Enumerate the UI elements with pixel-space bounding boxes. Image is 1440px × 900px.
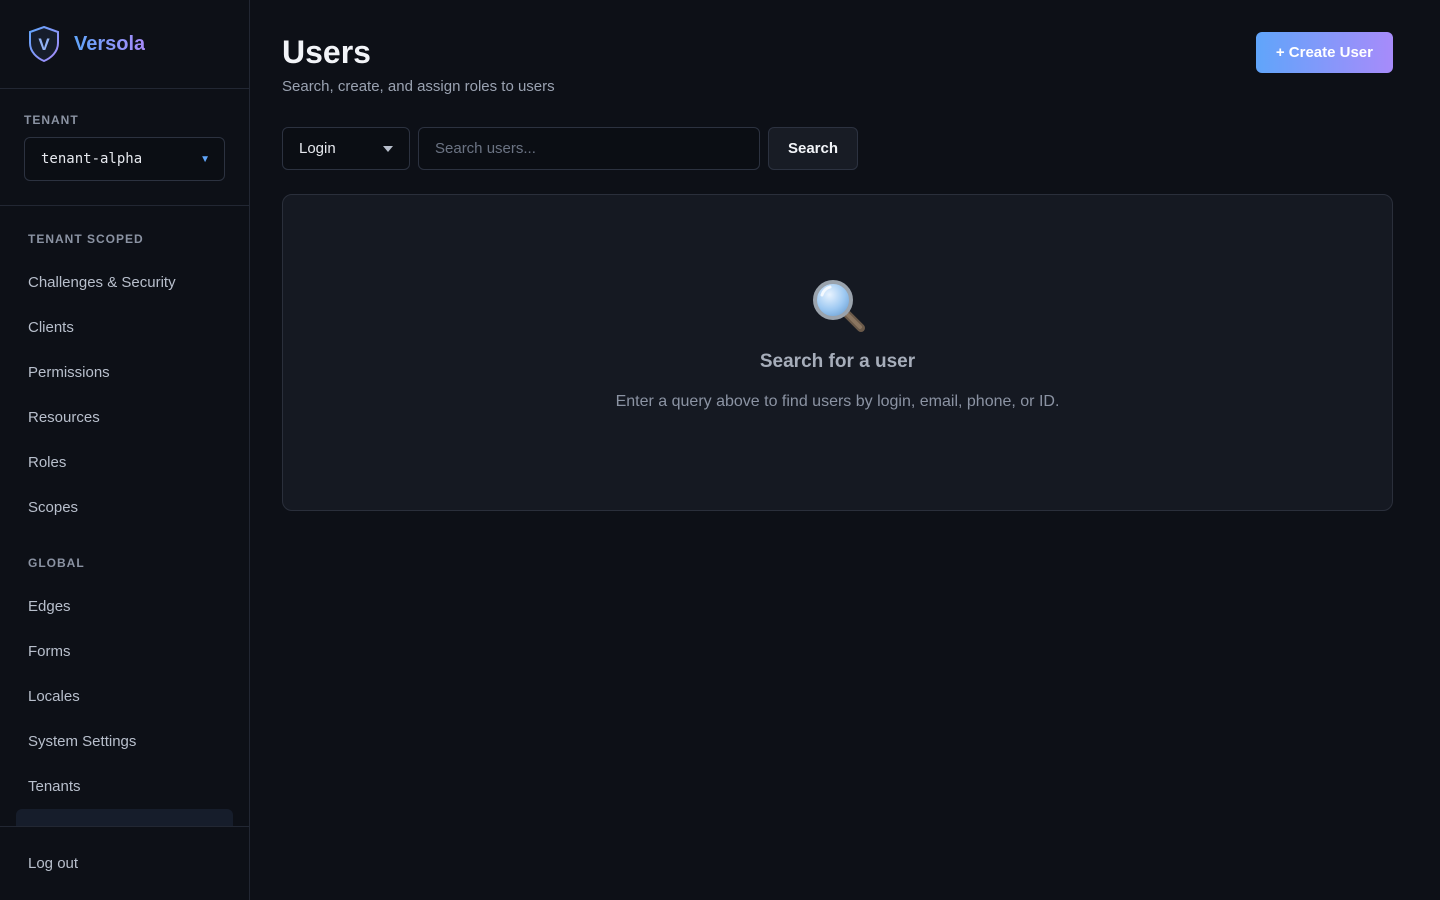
create-user-button[interactable]: + Create User xyxy=(1255,32,1393,73)
empty-state-text: Enter a query above to find users by log… xyxy=(615,393,1060,410)
nav-section-global: GLOBAL xyxy=(28,556,85,570)
app-shell: V Versola TENANT tenant-alpha ▼ TENANT S… xyxy=(0,0,1440,900)
search-bar: Login Search xyxy=(282,127,1393,170)
brand-name: Versola xyxy=(74,32,146,55)
sidebar-item-roles[interactable]: Roles xyxy=(0,440,233,485)
sidebar-item-resources[interactable]: Resources xyxy=(0,395,233,440)
search-field-value: Login xyxy=(299,140,336,157)
main-content: Users Search, create, and assign roles t… xyxy=(250,0,1440,900)
page-header: Users Search, create, and assign roles t… xyxy=(282,32,1393,95)
page-subtitle: Search, create, and assign roles to user… xyxy=(282,78,555,95)
tenant-select-value: tenant-alpha xyxy=(41,151,143,167)
sidebar-item-scopes[interactable]: Scopes xyxy=(0,485,233,530)
search-input[interactable] xyxy=(418,127,760,170)
tenant-label: TENANT xyxy=(24,113,79,127)
tenant-block: TENANT tenant-alpha ▼ xyxy=(0,89,249,206)
logo-letter: V xyxy=(38,35,50,54)
sidebar-item-permissions[interactable]: Permissions xyxy=(0,350,233,395)
sidebar-item-clients[interactable]: Clients xyxy=(0,305,233,350)
logout-link[interactable]: Log out xyxy=(28,855,78,872)
search-field-select[interactable]: Login xyxy=(282,127,410,170)
page-title: Users xyxy=(282,34,371,70)
empty-state-card: Search for a user Enter a query above to… xyxy=(282,194,1393,511)
sidebar-item-users[interactable]: Users xyxy=(16,809,233,826)
sidebar-nav: TENANT SCOPED Challenges & Security Clie… xyxy=(0,206,249,826)
nav-section-tenant-scoped: TENANT SCOPED xyxy=(28,232,144,246)
sidebar: V Versola TENANT tenant-alpha ▼ TENANT S… xyxy=(0,0,250,900)
brand[interactable]: V Versola xyxy=(0,0,249,89)
sidebar-item-forms[interactable]: Forms xyxy=(0,629,233,674)
magnifying-glass-icon xyxy=(812,280,865,332)
sidebar-item-system-settings[interactable]: System Settings xyxy=(0,719,233,764)
sidebar-item-locales[interactable]: Locales xyxy=(0,674,233,719)
sidebar-item-tenants[interactable]: Tenants xyxy=(0,764,233,809)
caret-down-icon xyxy=(383,145,393,152)
chevron-down-icon: ▼ xyxy=(200,153,210,165)
shield-logo-icon: V xyxy=(29,26,59,62)
page-heading: Users Search, create, and assign roles t… xyxy=(282,32,555,95)
sidebar-item-edges[interactable]: Edges xyxy=(0,584,233,629)
tenant-select[interactable]: tenant-alpha ▼ xyxy=(24,137,225,181)
empty-state-title: Search for a user xyxy=(759,351,916,372)
search-button[interactable]: Search xyxy=(768,127,858,170)
sidebar-footer: Log out xyxy=(0,826,249,900)
sidebar-item-challenges-security[interactable]: Challenges & Security xyxy=(0,260,233,305)
